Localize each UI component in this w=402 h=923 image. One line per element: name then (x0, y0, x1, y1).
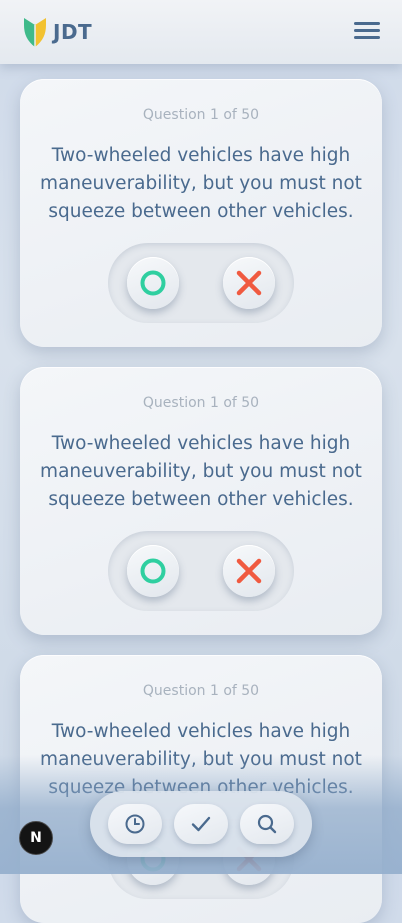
question-card: Question 1 of 50 Two-wheeled vehicles ha… (20, 367, 382, 635)
bottom-nav-bar (90, 791, 312, 857)
search-button[interactable] (240, 804, 294, 844)
question-text: Two-wheeled vehicles have high maneuvera… (40, 721, 362, 798)
app-header: JDT (0, 0, 402, 64)
clock-icon (125, 814, 145, 834)
cross-false-icon (236, 558, 262, 584)
app-logo[interactable]: JDT (23, 15, 92, 49)
logo-text: JDT (53, 20, 93, 44)
n-badge[interactable]: N (19, 821, 53, 855)
circle-true-icon (140, 558, 166, 584)
question-text: Two-wheeled vehicles have high maneuvera… (40, 433, 362, 510)
shield-leaf-icon (24, 18, 46, 47)
true-button[interactable] (127, 257, 179, 309)
true-button[interactable] (127, 545, 179, 597)
false-button[interactable] (223, 545, 275, 597)
question-number: Question 1 of 50 (142, 107, 260, 123)
question-number: Question 1 of 50 (142, 395, 260, 411)
question-card: Question 1 of 50 Two-wheeled vehicles ha… (20, 79, 382, 347)
history-button[interactable] (108, 804, 162, 844)
check-button[interactable] (174, 804, 228, 844)
question-card: Question 1 of 50 Two-wheeled vehicles ha… (20, 655, 382, 923)
cross-false-icon (236, 270, 262, 296)
circle-true-icon (140, 270, 166, 296)
answer-tray (108, 243, 294, 323)
hamburger-menu-icon[interactable] (354, 22, 380, 42)
false-button[interactable] (223, 257, 275, 309)
search-icon (257, 814, 277, 834)
question-number: Question 1 of 50 (142, 683, 260, 699)
answer-tray (108, 531, 294, 611)
check-icon (191, 816, 211, 832)
question-text: Two-wheeled vehicles have high maneuvera… (40, 145, 362, 222)
